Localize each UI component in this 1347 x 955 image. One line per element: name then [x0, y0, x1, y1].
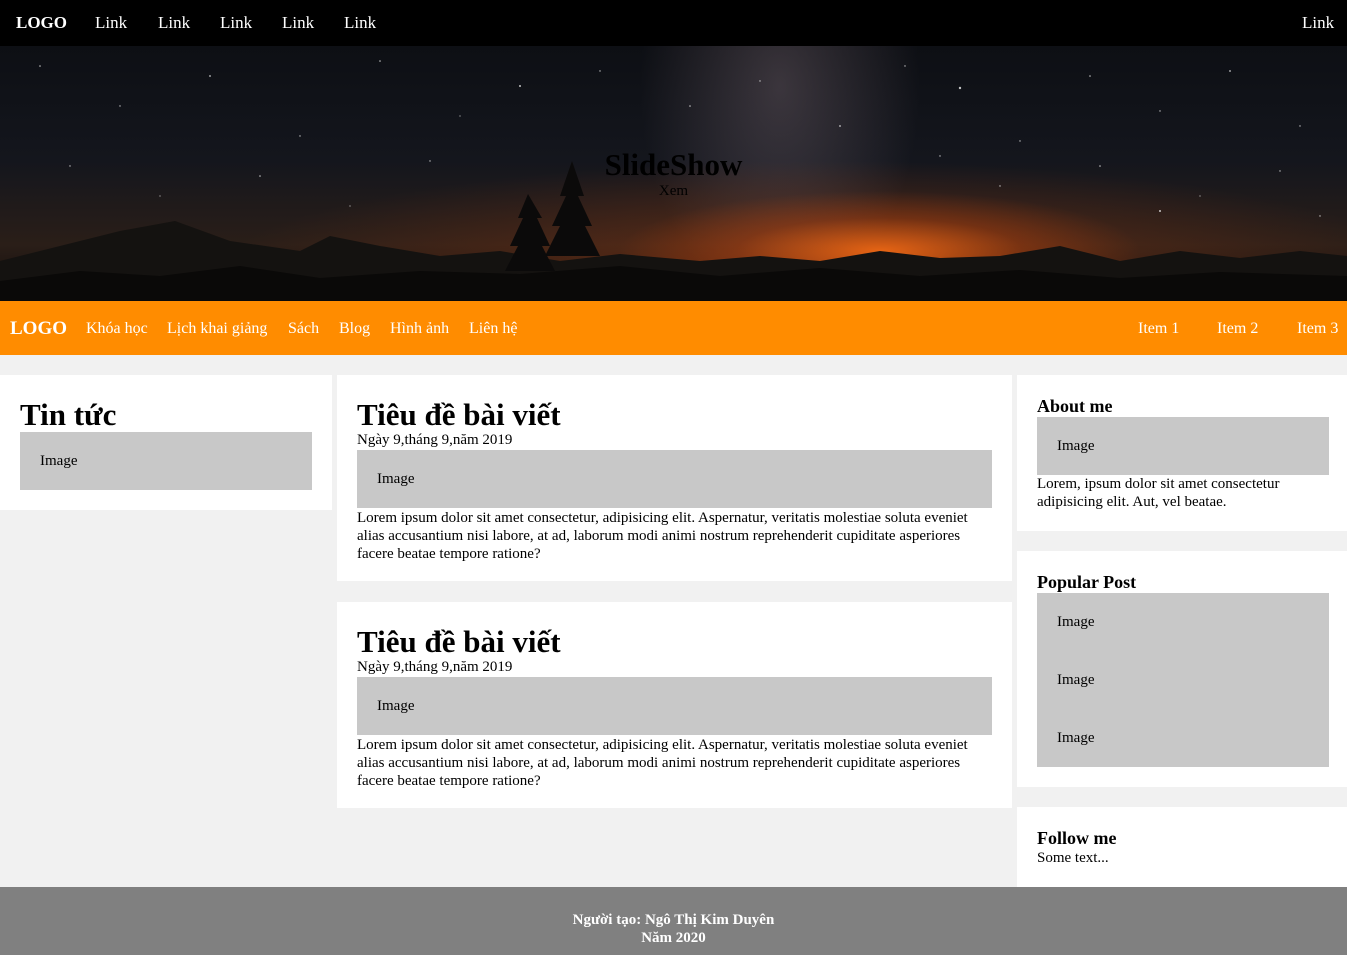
main-navbar: LOGO Khóa học Lịch khai giảng Sách Blog …	[0, 301, 1347, 355]
top-navbar: LOGO Link Link Link Link Link Link	[0, 0, 1347, 46]
about-me-text: Lorem, ipsum dolor sit amet consectetur …	[1037, 476, 1280, 510]
about-me-image-placeholder: Image	[1037, 417, 1329, 475]
follow-me-text: Some text...	[1037, 850, 1109, 866]
post-date: Ngày 9,tháng 9,năm 2019	[357, 659, 513, 675]
top-link-3[interactable]: Link	[220, 13, 252, 33]
footer-author: Người tạo: Ngô Thị Kim Duyên	[572, 912, 775, 928]
post-image-placeholder: Image	[357, 677, 992, 735]
top-logo[interactable]: LOGO	[16, 13, 67, 33]
post-card: Tiêu đề bài viết Ngày 9,tháng 9,năm 2019…	[337, 602, 1012, 808]
nav-item-hinh-anh[interactable]: Hình ảnh	[390, 320, 449, 338]
top-link-right[interactable]: Link	[1302, 13, 1334, 33]
follow-me-title: Follow me	[1037, 828, 1117, 848]
slideshow-view-link[interactable]: Xem	[0, 183, 1347, 200]
nav-item-sach[interactable]: Sách	[288, 320, 319, 338]
follow-me-card: Follow me Some text...	[1017, 807, 1347, 887]
nav-item-3[interactable]: Item 3	[1297, 320, 1338, 338]
about-me-card: About me Image Lorem, ipsum dolor sit am…	[1017, 375, 1347, 531]
popular-post-card: Popular Post Image Image Image	[1017, 551, 1347, 787]
footer: Người tạo: Ngô Thị Kim Duyên Năm 2020	[0, 887, 1347, 955]
nav-item-2[interactable]: Item 2	[1217, 320, 1258, 338]
top-link-4[interactable]: Link	[282, 13, 314, 33]
nav-item-1[interactable]: Item 1	[1138, 320, 1179, 338]
popular-post-image-3[interactable]: Image	[1037, 709, 1329, 767]
news-image-placeholder: Image	[20, 432, 312, 490]
popular-post-title: Popular Post	[1037, 572, 1137, 592]
slideshow-title: SlideShow	[604, 147, 743, 182]
news-title: Tin tức	[20, 397, 117, 432]
hero-slideshow: SlideShow Xem	[0, 46, 1347, 301]
top-link-5[interactable]: Link	[344, 13, 376, 33]
post-date: Ngày 9,tháng 9,năm 2019	[357, 432, 513, 448]
nav-logo[interactable]: LOGO	[10, 318, 67, 340]
nav-item-lich-khai-giang[interactable]: Lịch khai giảng	[167, 320, 267, 338]
post-title[interactable]: Tiêu đề bài viết	[357, 624, 561, 660]
post-title[interactable]: Tiêu đề bài viết	[357, 397, 561, 433]
post-card: Tiêu đề bài viết Ngày 9,tháng 9,năm 2019…	[337, 375, 1012, 581]
popular-post-image-2[interactable]: Image	[1037, 651, 1329, 709]
top-link-2[interactable]: Link	[158, 13, 190, 33]
post-body: Lorem ipsum dolor sit amet consectetur, …	[357, 510, 968, 562]
post-body: Lorem ipsum dolor sit amet consectetur, …	[357, 737, 968, 789]
nav-item-blog[interactable]: Blog	[339, 320, 370, 338]
about-me-title: About me	[1037, 396, 1113, 416]
top-link-1[interactable]: Link	[95, 13, 127, 33]
nav-item-lien-he[interactable]: Liên hệ	[469, 320, 517, 338]
news-card: Tin tức Image	[0, 375, 332, 510]
nav-item-khoa-hoc[interactable]: Khóa học	[86, 320, 148, 338]
post-image-placeholder: Image	[357, 450, 992, 508]
popular-post-image-1[interactable]: Image	[1037, 593, 1329, 651]
footer-year: Năm 2020	[641, 930, 706, 946]
